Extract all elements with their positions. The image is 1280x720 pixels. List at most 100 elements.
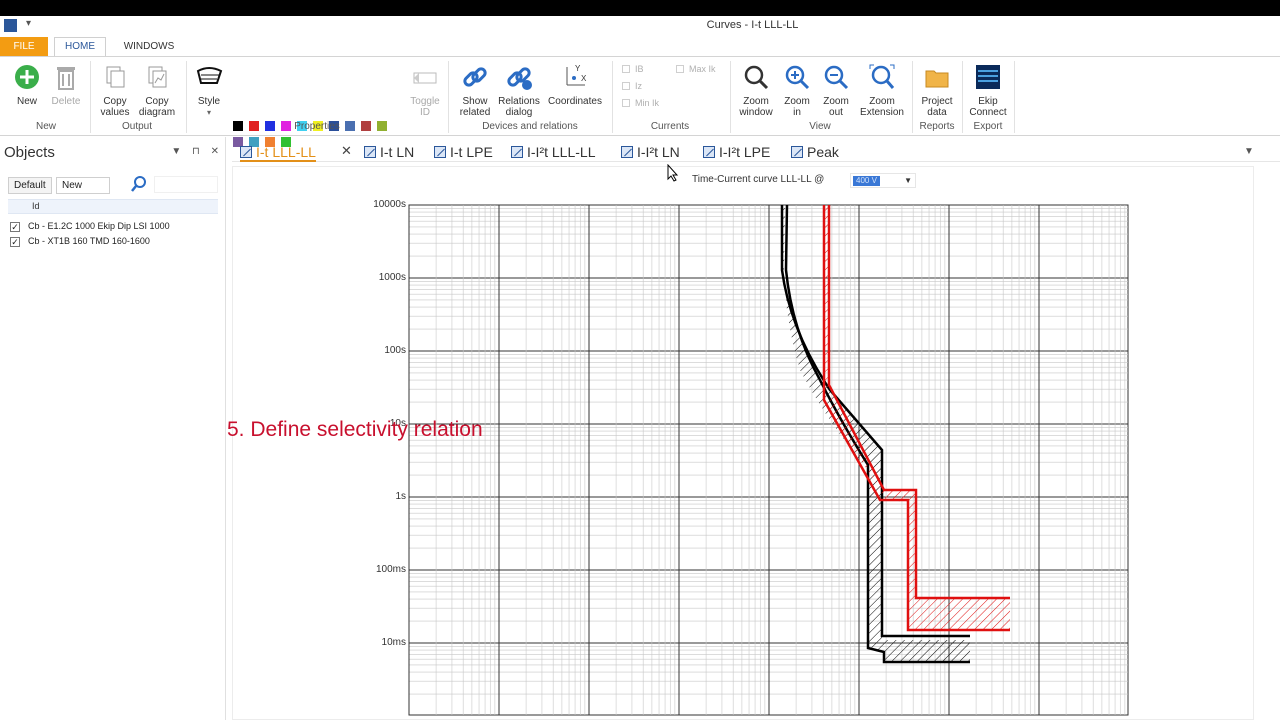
search-icon[interactable]: [130, 175, 148, 193]
zoom-in-icon: [785, 65, 810, 90]
group-export-label: Export: [973, 121, 1003, 132]
ribbon-tabs: FILE HOME WINDOWS: [0, 36, 1280, 57]
zoom-extension-button[interactable]: Zoom Extension: [856, 57, 908, 118]
svg-text:X: X: [581, 74, 587, 83]
pin-icon[interactable]: ⊓: [192, 146, 200, 157]
divider: [448, 61, 449, 133]
delete-button[interactable]: Delete: [48, 57, 84, 107]
swatch-color[interactable]: [233, 121, 243, 131]
coordinates-button[interactable]: YX Coordinates: [544, 57, 606, 107]
title-bar: ▾ Curves - I-t LLL-LL: [0, 16, 1280, 36]
copy-values-button[interactable]: Copy values: [96, 57, 134, 118]
y-tick-label: 10000s: [373, 199, 406, 210]
toggle-id-label: Toggle ID: [410, 96, 440, 118]
y-tick-label: 100s: [384, 345, 406, 356]
search-input[interactable]: [154, 176, 218, 193]
new-button[interactable]: New: [8, 57, 46, 107]
zoom-window-button[interactable]: Zoom window: [734, 57, 778, 118]
link-icon: [463, 67, 487, 87]
y-tick-label: 1s: [395, 491, 406, 502]
item-checkbox[interactable]: ✓: [10, 237, 20, 247]
list-item[interactable]: ✓ Cb - XT1B 160 TMD 160-1600: [10, 234, 150, 248]
zoom-window-icon: [744, 65, 769, 90]
max-ik-checkbox[interactable]: Max Ik: [676, 64, 716, 74]
zoom-in-label: Zoom in: [784, 96, 810, 118]
tab-peak[interactable]: Peak: [791, 142, 839, 162]
divider: [730, 61, 731, 133]
project-data-button[interactable]: Project data: [916, 57, 958, 118]
copy-diagram-button[interactable]: Copy diagram: [136, 57, 178, 118]
windows-tab[interactable]: WINDOWS: [116, 37, 182, 56]
coordinates-icon: YX: [566, 64, 587, 86]
ekip-connect-label: Ekip Connect: [969, 96, 1007, 118]
swatch-color[interactable]: [249, 121, 259, 131]
filter-default-tab[interactable]: Default: [8, 177, 52, 194]
project-data-label: Project data: [921, 96, 953, 118]
svg-text:Y: Y: [575, 64, 581, 73]
filter-new-tab[interactable]: New: [56, 177, 110, 194]
divider: [186, 61, 187, 133]
curve-tab-icon: [621, 146, 633, 158]
copy-icon: [106, 66, 125, 88]
zoom-window-label: Zoom window: [739, 96, 773, 118]
zoom-out-icon: [824, 65, 849, 90]
style-button[interactable]: Style ▾: [192, 57, 226, 118]
home-tab[interactable]: HOME: [54, 37, 106, 57]
panel-controls: ▼ ⊓ ✕: [163, 146, 219, 157]
ekip-connect-button[interactable]: Ekip Connect: [966, 57, 1010, 118]
dropdown-icon[interactable]: ▼: [171, 146, 181, 157]
item-label: Cb - XT1B 160 TMD 160-1600: [28, 236, 150, 246]
toggle-id-icon: [413, 72, 437, 84]
zoom-in-button[interactable]: Zoom in: [780, 57, 814, 118]
top-black-bar: [0, 0, 1280, 16]
file-tab[interactable]: FILE: [0, 37, 48, 56]
ib-checkbox[interactable]: IB: [622, 64, 644, 74]
toggle-id-button[interactable]: Toggle ID: [406, 57, 444, 118]
zoom-out-label: Zoom out: [823, 96, 849, 118]
group-currents-label: Currents: [650, 121, 690, 132]
relations-dialog-button[interactable]: Relations dialog: [496, 57, 542, 118]
y-tick-label: 100ms: [375, 564, 406, 575]
new-label: New: [16, 96, 37, 107]
tab-i-t-lpe[interactable]: I-t LPE: [434, 142, 493, 162]
relations-icon: [507, 67, 532, 90]
tab-i-t-ln[interactable]: I-t LN: [364, 142, 414, 162]
swatch-color[interactable]: [377, 121, 387, 131]
min-ik-checkbox[interactable]: Min Ik: [622, 98, 659, 108]
curve-tab-icon: [511, 146, 523, 158]
item-label: Cb - E1.2C 1000 Ekip Dip LSI 1000: [28, 221, 170, 231]
list-item[interactable]: ✓ Cb - E1.2C 1000 Ekip Dip LSI 1000: [10, 219, 170, 233]
tabs-overflow-icon[interactable]: ▼: [1244, 142, 1254, 162]
document-tabs: I-t LLL-LL I-t LN I-t LPE I-I²t LLL-LL I…: [232, 140, 1280, 162]
objects-title: Objects: [4, 144, 55, 161]
curve-tab-icon: [791, 146, 803, 158]
close-tab-icon[interactable]: ✕: [341, 143, 352, 159]
id-column-header[interactable]: Id: [8, 199, 218, 214]
window-title: Curves - I-t LLL-LL: [706, 19, 799, 31]
tab-i-t-lll-ll[interactable]: I-t LLL-LL: [240, 142, 316, 162]
swatch-color[interactable]: [361, 121, 371, 131]
style-label: Style: [197, 96, 221, 107]
curve-tab-icon: [364, 146, 376, 158]
iz-checkbox[interactable]: Iz: [622, 81, 642, 91]
divider: [1014, 61, 1015, 133]
zoom-extension-icon: [869, 64, 895, 89]
y-tick-label: 1000s: [378, 272, 406, 283]
tab-i-i2t-ln[interactable]: I-I²t LN: [621, 142, 680, 162]
curve-tab-icon: [240, 146, 252, 158]
curve-title: Time-Current curve LLL-LL @: [692, 174, 825, 185]
ekip-connect-icon: [976, 65, 1000, 89]
close-icon[interactable]: ✕: [211, 146, 219, 157]
zoom-out-button[interactable]: Zoom out: [818, 57, 854, 118]
show-related-button[interactable]: Show related: [454, 57, 496, 118]
mouse-cursor-icon: [667, 164, 679, 182]
item-checkbox[interactable]: ✓: [10, 222, 20, 232]
group-reports-label: Reports: [919, 121, 955, 132]
style-icon: [196, 67, 223, 84]
tab-i-i2t-lpe[interactable]: I-I²t LPE: [703, 142, 770, 162]
voltage-select[interactable]: 400 V ▼: [850, 173, 916, 188]
filter-row: Default New: [8, 175, 218, 195]
tab-i-i2t-lll-ll[interactable]: I-I²t LLL-LL: [511, 142, 595, 162]
swatch-color[interactable]: [265, 121, 275, 131]
group-properties-label: Properties: [294, 121, 340, 132]
